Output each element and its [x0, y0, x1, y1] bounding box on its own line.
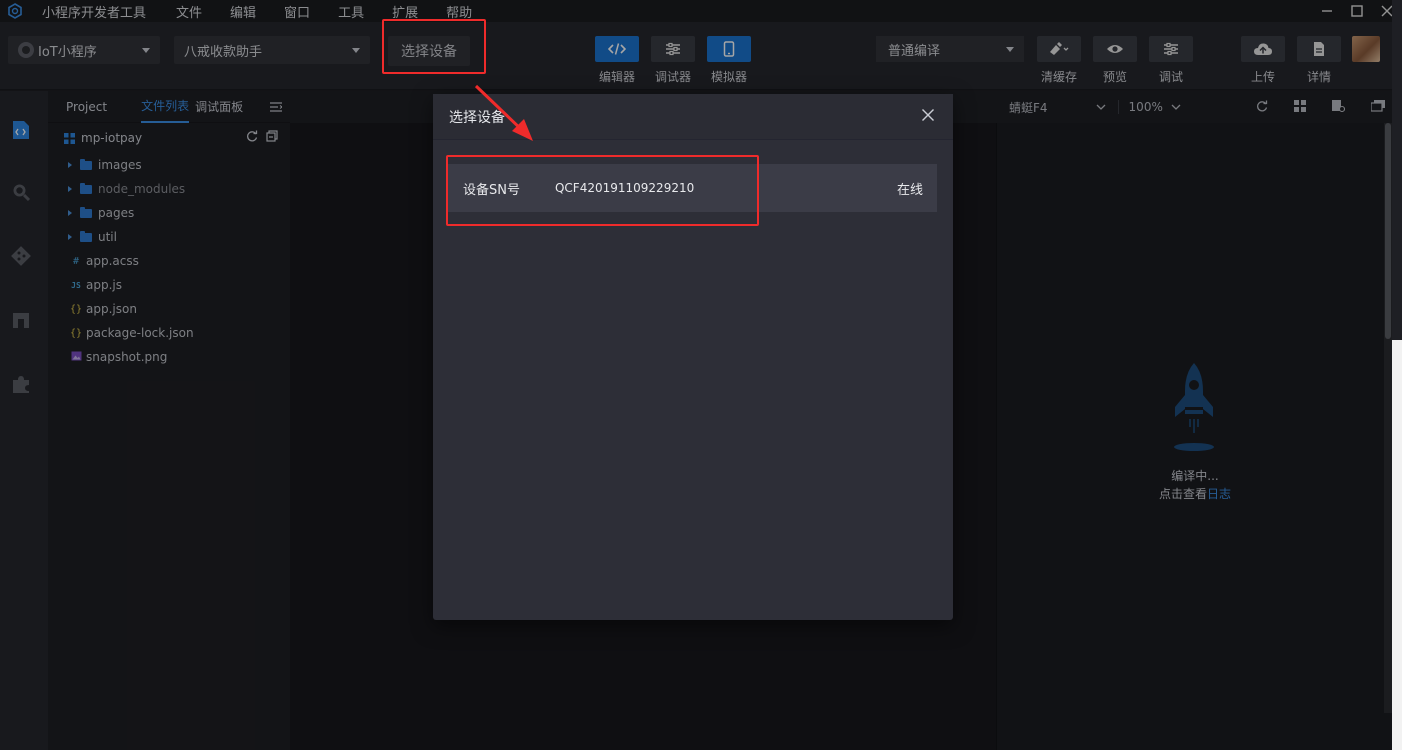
dialog-header: 选择设备: [433, 94, 953, 140]
background-window-edge: [1392, 0, 1402, 750]
annotation-box-device-row: [446, 155, 759, 226]
annotation-box-device-button: [382, 19, 486, 74]
close-icon[interactable]: [921, 108, 937, 124]
device-status: 在线: [896, 182, 923, 198]
dialog-title: 选择设备: [449, 109, 505, 126]
